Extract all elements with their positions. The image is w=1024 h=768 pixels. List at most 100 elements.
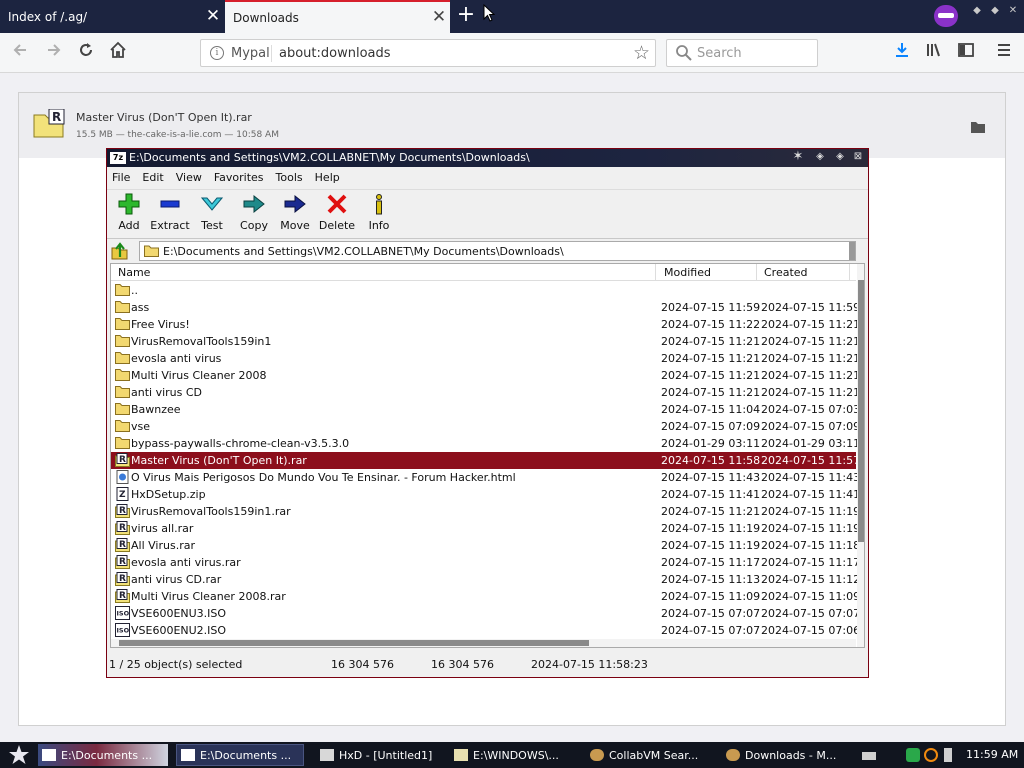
iso-file-icon: ISO xyxy=(115,623,130,640)
file-name: VirusRemovalTools159in1.rar xyxy=(131,505,291,518)
home-button[interactable] xyxy=(106,41,130,65)
minimize-window-icon[interactable]: ◈ xyxy=(813,151,827,162)
add-button[interactable]: Add xyxy=(107,193,151,232)
library-button[interactable] xyxy=(922,41,946,65)
delete-button[interactable]: Delete xyxy=(315,193,359,232)
file-modified: 2024-07-15 07:07 xyxy=(661,624,761,637)
taskbar-item-7zip-1[interactable]: E:\Documents ... xyxy=(38,744,168,766)
table-row[interactable]: Ranti virus CD.rar 2024-07-15 11:13 2024-0… xyxy=(111,571,860,588)
window-titlebar[interactable]: 7z E:\Documents and Settings\VM2.COLLABN… xyxy=(107,149,868,167)
path-input[interactable]: E:\Documents and Settings\VM2.COLLABNET\… xyxy=(139,241,856,261)
column-header-created[interactable]: Created xyxy=(764,266,808,279)
table-row[interactable]: evosla anti virus 2024-07-15 11:21 2024-07… xyxy=(111,350,860,367)
table-row[interactable]: bypass-paywalls-chrome-clean-v3.5.3.0 202… xyxy=(111,435,860,452)
table-row[interactable]: VirusRemovalTools159in1 2024-07-15 11:21 2… xyxy=(111,333,860,350)
table-row[interactable]: Multi Virus Cleaner 2008 2024-07-15 11:21… xyxy=(111,367,860,384)
folder-file-icon xyxy=(115,283,130,299)
file-name: virus all.rar xyxy=(131,522,194,535)
close-window-icon[interactable]: ⊠ xyxy=(851,151,865,162)
search-input[interactable]: Search xyxy=(666,39,818,67)
bookmark-star-icon[interactable]: ☆ xyxy=(633,42,650,64)
table-row[interactable]: ISO VSE600ENU2.ISO 2024-07-15 07:07 2024-07… xyxy=(111,622,860,640)
start-button[interactable] xyxy=(4,744,34,766)
tab-downloads[interactable]: Downloads ✕ xyxy=(225,0,450,33)
table-row[interactable]: Rvirus all.rar 2024-07-15 11:19 2024-07-15… xyxy=(111,520,860,537)
vertical-scroll-thumb[interactable] xyxy=(858,280,864,542)
tab-index-of-ag[interactable]: Index of /.ag/ ✕ xyxy=(0,0,224,33)
path-dropdown-icon[interactable] xyxy=(849,242,855,260)
file-modified: 2024-07-15 11:19 xyxy=(661,522,761,535)
horizontal-scrollbar[interactable] xyxy=(111,639,856,647)
file-created: 2024-07-15 11:57 xyxy=(761,454,861,467)
table-row[interactable]: R VirusRemovalTools159in1.rar 2024-07-15 1… xyxy=(111,503,860,520)
taskbar-item-hxd[interactable]: HxD - [Untitled1] xyxy=(316,744,440,766)
folder-icon xyxy=(144,245,159,257)
star-icon[interactable]: ✶ xyxy=(791,149,805,164)
url-text[interactable]: about:downloads xyxy=(279,46,391,61)
copy-button[interactable]: Copy xyxy=(232,193,276,232)
taskbar-item-notepad[interactable]: E:\WINDOWS\... xyxy=(450,744,578,766)
network-tray-icon[interactable] xyxy=(906,748,920,762)
task-label: E:\Documents ... xyxy=(61,748,153,762)
back-button[interactable] xyxy=(8,41,32,65)
taskbar-item-downloads[interactable]: Downloads - M... xyxy=(722,744,850,766)
table-row-selected[interactable]: R Master Virus (Don'T Open It).rar 2024-07… xyxy=(111,452,860,469)
taskbar-item-collabvm[interactable]: CollabVM Sear... xyxy=(586,744,714,766)
maximize-window-icon[interactable]: ◈ xyxy=(833,151,847,162)
menu-file[interactable]: File xyxy=(112,168,136,188)
menu-hamburger-icon[interactable] xyxy=(992,41,1016,65)
task-label: E:\WINDOWS\... xyxy=(473,748,559,762)
extract-button[interactable]: Extract xyxy=(148,193,192,232)
folder-file-icon xyxy=(115,368,130,384)
sidebar-button[interactable] xyxy=(954,41,978,65)
forward-button[interactable] xyxy=(42,41,66,65)
table-row[interactable]: R All Virus.rar 2024-07-15 11:19 2024-07-15… xyxy=(111,537,860,554)
table-row[interactable]: R Multi Virus Cleaner 2008.rar 2024-07-15 … xyxy=(111,588,860,605)
table-row[interactable]: Revosla anti virus.rar 2024-07-15 11:17 20… xyxy=(111,554,860,571)
menu-edit[interactable]: Edit xyxy=(142,168,169,188)
menu-view[interactable]: View xyxy=(176,168,208,188)
close-tab-icon[interactable]: ✕ xyxy=(428,9,450,26)
volume-tray-icon[interactable] xyxy=(944,748,952,762)
folder-up-icon[interactable] xyxy=(111,242,129,260)
add-icon xyxy=(118,193,140,215)
minimize-window-icon[interactable]: ◆ xyxy=(970,5,984,16)
table-row[interactable]: .. xyxy=(111,282,856,299)
move-button[interactable]: Move xyxy=(273,193,317,232)
site-info-icon[interactable]: i xyxy=(210,46,224,60)
column-header-modified[interactable]: Modified xyxy=(664,266,711,279)
close-tab-icon[interactable]: ✕ xyxy=(202,8,224,25)
url-separator xyxy=(271,45,272,62)
info-button[interactable]: Info xyxy=(357,193,401,232)
table-row[interactable]: ass 2024-07-15 11:59 2024-07-15 11:59 xyxy=(111,299,860,316)
table-row[interactable]: O Virus Mais Perigosos Do Mundo Vou Te E… xyxy=(111,469,860,486)
table-row[interactable]: Free Virus! 2024-07-15 11:22 2024-07-15 11… xyxy=(111,316,860,333)
search-tray-icon[interactable] xyxy=(924,748,938,762)
table-row[interactable]: Z HxDSetup.zip 2024-07-15 11:41 2024-07-15 … xyxy=(111,486,860,503)
table-row[interactable]: anti virus CD 2024-07-15 11:21 2024-07-15 … xyxy=(111,384,860,401)
table-row[interactable]: vse 2024-07-15 07:09 2024-07-15 07:09 xyxy=(111,418,860,435)
downloads-button[interactable] xyxy=(890,41,914,65)
table-row[interactable]: ISO VSE600ENU3.ISO 2024-07-15 07:07 2024-07… xyxy=(111,605,860,622)
menu-favorites[interactable]: Favorites xyxy=(214,168,270,188)
file-list[interactable]: Name Modified Created .. ass 2024-07-15 11… xyxy=(110,263,865,648)
column-divider[interactable] xyxy=(756,264,757,281)
menu-tools[interactable]: Tools xyxy=(276,168,309,188)
table-row[interactable]: Bawnzee 2024-07-15 11:04 2024-07-15 07:03 xyxy=(111,401,860,418)
column-header-name[interactable]: Name xyxy=(118,266,150,279)
taskbar-item-7zip-2[interactable]: E:\Documents ... xyxy=(176,744,304,766)
test-button[interactable]: Test xyxy=(190,193,234,232)
new-tab-button[interactable]: + xyxy=(454,4,478,28)
url-bar[interactable]: i Mypal about:downloads ☆ xyxy=(200,39,656,67)
close-window-icon[interactable]: ✕ xyxy=(1006,5,1020,16)
column-divider[interactable] xyxy=(849,264,850,281)
column-divider[interactable] xyxy=(655,264,656,281)
horizontal-scroll-thumb[interactable] xyxy=(119,640,589,646)
maximize-window-icon[interactable]: ◆ xyxy=(988,5,1002,16)
vertical-scrollbar[interactable] xyxy=(857,264,864,647)
keyboard-tray-icon[interactable] xyxy=(862,752,876,760)
menu-help[interactable]: Help xyxy=(315,168,346,188)
open-folder-icon[interactable] xyxy=(970,120,986,134)
svg-text:R: R xyxy=(119,574,126,584)
reload-button[interactable] xyxy=(74,41,98,65)
